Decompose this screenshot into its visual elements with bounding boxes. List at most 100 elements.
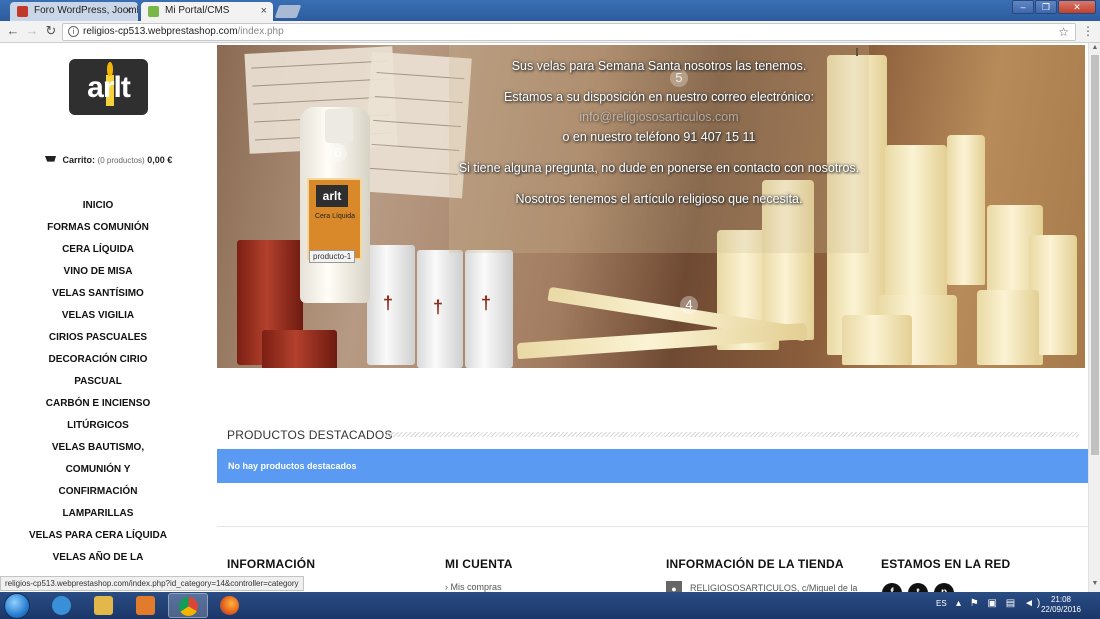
forum-favicon-icon [17, 6, 28, 17]
twitter-icon[interactable]: t [908, 583, 928, 592]
candle-image [977, 290, 1039, 365]
footer-store-info: INFORMACIÓN DE LA TIENDA [666, 557, 844, 571]
start-button[interactable] [4, 593, 30, 619]
scroll-down-icon[interactable]: ▼ [1090, 580, 1100, 587]
taskbar-ie[interactable] [42, 593, 82, 618]
cart-total: 0,00 € [147, 155, 173, 165]
category-item-cera-liquida[interactable]: CERA LÍQUIDA [0, 239, 196, 261]
clock-date: 22/09/2016 [1040, 605, 1082, 614]
close-icon[interactable]: × [126, 2, 132, 20]
banner-slider[interactable]: † † † arlt Cera Líquida producto-1 5 6 4… [217, 45, 1085, 368]
banner-line: Sus velas para Semana Santa nosotros las… [511, 59, 807, 73]
candle-image [947, 135, 985, 285]
bookmark-star-icon[interactable]: ☆ [1058, 24, 1069, 40]
pinterest-icon[interactable]: p [934, 583, 954, 592]
scroll-up-icon[interactable]: ▲ [1090, 44, 1100, 51]
cart-count: (0 productos) [97, 156, 145, 165]
category-item-vino-de-misa[interactable]: VINO DE MISA [0, 261, 196, 283]
cms-favicon-icon [148, 6, 159, 17]
reload-icon[interactable]: ↻ [43, 23, 59, 39]
web-page: arlt Carrito: (0 productos) 0,00 € INICI… [0, 43, 1100, 592]
banner-line: Estamos a su disposición en nuestro corr… [504, 90, 814, 104]
system-clock[interactable]: 21:08 22/09/2016 [1040, 595, 1082, 615]
vertical-scrollbar[interactable]: ▲ ▼ [1088, 43, 1100, 592]
category-item-carbon-incienso[interactable]: CARBÓN E INCIENSO [0, 393, 196, 415]
bottle-cap-image [325, 109, 353, 143]
category-item-formas-comunion[interactable]: FORMAS COMUNIÓN [0, 217, 196, 239]
facebook-icon[interactable]: f [882, 583, 902, 592]
browser-tab-forum[interactable]: Foro WordPress, Joomla × [10, 2, 138, 21]
cart-label: Carrito: [62, 155, 96, 165]
site-info-icon[interactable]: i [68, 26, 79, 37]
browser-menu-icon[interactable]: ⋮ [1082, 24, 1094, 38]
address-bar[interactable]: i religios-cp513.webprestashop.com/index… [62, 23, 1076, 41]
language-indicator[interactable]: ES [936, 599, 947, 608]
category-item-velas-cera-liquida[interactable]: VELAS PARA CERA LÍQUIDA [0, 525, 196, 547]
category-item-pascual[interactable]: PASCUAL [0, 371, 196, 393]
category-item-decoracion-cirio[interactable]: DECORACIÓN CIRIO [0, 349, 196, 371]
banner-phone: o en nuestro teléfono 91 407 15 11 [562, 130, 756, 144]
footer-heading: ESTAMOS EN LA RED [881, 557, 1011, 571]
category-item-inicio[interactable]: INICIO [0, 195, 196, 217]
tray-icons[interactable]: ▴ ⚑ ▣ ▤ ◄) [956, 598, 1043, 609]
category-item-velas-vigilia[interactable]: VELAS VIGILIA [0, 305, 196, 327]
footer-heading: INFORMACIÓN DE LA TIENDA [666, 557, 844, 571]
category-item-cirios-pascuales[interactable]: CIRIOS PASCUALES [0, 327, 196, 349]
footer-divider [217, 526, 1088, 527]
taskbar-explorer[interactable] [84, 593, 124, 618]
tab-title: Foro WordPress, Joomla [34, 5, 138, 16]
browser-tab-cms[interactable]: Mi Portal/CMS × [141, 2, 273, 21]
tab-title: Mi Portal/CMS [165, 5, 230, 16]
bottle-name: Cera Líquida [314, 213, 356, 220]
no-featured-alert: No hay productos destacados [217, 449, 1088, 483]
status-bar-url: religios-cp513.webprestashop.com/index.p… [0, 576, 304, 591]
forward-arrow-icon[interactable]: → [24, 23, 40, 39]
new-tab-button[interactable] [274, 5, 302, 18]
banner-text: Sus velas para Semana Santa nosotros las… [439, 57, 879, 221]
restore-button[interactable]: ❐ [1035, 0, 1057, 14]
footer-information: INFORMACIÓN [227, 557, 315, 571]
cross-icon: † [433, 297, 444, 317]
store-address: RELIGIOSOSARTICULOS, c/Miguel de la [690, 583, 858, 592]
chrome-icon [179, 597, 198, 616]
taskbar-firefox[interactable] [210, 593, 250, 618]
banner-marker: 6 [329, 144, 347, 162]
category-item-velas-ano[interactable]: VELAS AÑO DE LA [0, 547, 196, 569]
category-item-velas-bautismo[interactable]: VELAS BAUTISMO, [0, 437, 196, 459]
close-window-button[interactable]: ✕ [1058, 0, 1096, 14]
footer-heading[interactable]: MI CUENTA [445, 557, 513, 571]
red-glass-candle-image [262, 330, 337, 368]
footer-heading[interactable]: INFORMACIÓN [227, 557, 315, 571]
logo-text: arlt [87, 71, 131, 104]
url-path: /index.php [237, 26, 284, 37]
shopping-cart-icon [45, 156, 56, 162]
category-item-velas-santisimo[interactable]: VELAS SANTÍSIMO [0, 283, 196, 305]
category-menu: INICIO FORMAS COMUNIÓN CERA LÍQUIDA VINO… [0, 195, 196, 569]
category-item-comunion-y[interactable]: COMUNIÓN Y [0, 459, 196, 481]
footer-account: MI CUENTA [445, 557, 513, 571]
footer-link-orders[interactable]: › Mis compras [445, 582, 502, 592]
taskbar-chrome[interactable] [168, 593, 208, 618]
scrollbar-thumb[interactable] [1091, 55, 1099, 455]
minimize-button[interactable]: – [1012, 0, 1034, 14]
close-icon[interactable]: × [261, 2, 267, 20]
category-item-lamparillas[interactable]: LAMPARILLAS [0, 503, 196, 525]
product-tag: producto-1 [309, 250, 356, 263]
back-arrow-icon[interactable]: ← [5, 23, 21, 39]
candle-image [516, 322, 808, 360]
footer-link-label: Mis compras [450, 582, 502, 592]
taskbar-media-player[interactable] [126, 593, 166, 618]
category-item-confirmacion[interactable]: CONFIRMACIÓN [0, 481, 196, 503]
window-controls: – ❐ ✕ [1012, 0, 1096, 14]
clock-time: 21:08 [1050, 595, 1072, 604]
banner-email-link[interactable]: info@religiososarticulos.com [439, 108, 879, 127]
site-logo[interactable]: arlt [69, 59, 148, 115]
cross-icon: † [383, 293, 394, 313]
cart-summary[interactable]: Carrito: (0 productos) 0,00 € [45, 155, 172, 165]
map-marker-icon: ● [666, 581, 682, 592]
banner-line: Nosotros tenemos el artículo religioso q… [515, 192, 803, 206]
windows-taskbar: ES ▴ ⚑ ▣ ▤ ◄) 21:08 22/09/2016 [0, 592, 1100, 619]
file-explorer-icon [94, 596, 113, 615]
footer-social: ESTAMOS EN LA RED [881, 557, 1010, 571]
category-item-liturgicos[interactable]: LITÚRGICOS [0, 415, 196, 437]
